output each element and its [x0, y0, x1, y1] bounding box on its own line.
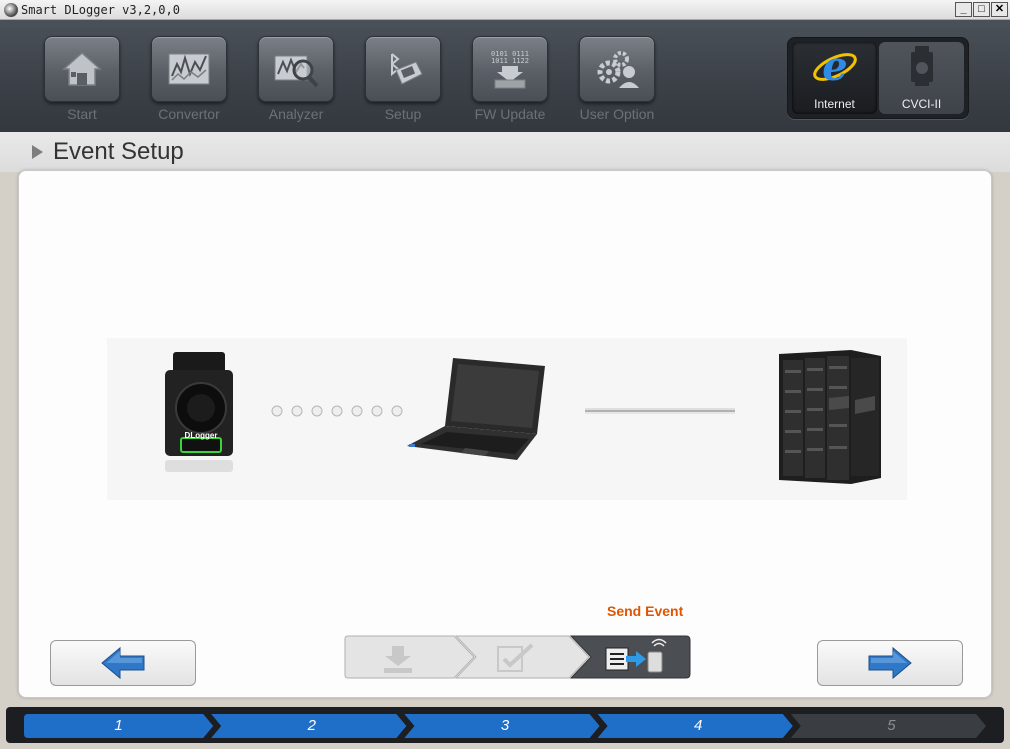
app-icon: [4, 2, 18, 17]
connection-mode-group: e Internet CVCI-II: [787, 37, 969, 119]
svg-text:e: e: [822, 43, 847, 90]
progress-step-label-3: 3: [500, 717, 510, 734]
progress-step-label-1: 1: [114, 717, 123, 734]
setup-button[interactable]: Setup: [364, 36, 442, 126]
home-icon: [62, 51, 102, 86]
svg-text:1011 1122: 1011 1122: [491, 57, 529, 65]
main-panel: DLogger Send Event: [18, 170, 992, 698]
download-icon: [384, 646, 412, 673]
minimize-button[interactable]: _: [955, 2, 972, 17]
page-title: Event Setup: [53, 138, 184, 165]
fw-update-button[interactable]: 0101 0111 1011 1122 FW Update: [471, 36, 549, 126]
maximize-button[interactable]: □: [973, 2, 990, 17]
analyzer-button[interactable]: Analyzer: [257, 36, 335, 126]
analyzer-label: Analyzer: [268, 106, 324, 122]
progress-step-label-2: 2: [307, 717, 316, 734]
user-option-label: User Option: [579, 106, 655, 122]
cvci-device-icon: [910, 46, 933, 86]
network-link-line: [585, 408, 735, 414]
progress-step-label-5: 5: [887, 717, 896, 734]
send-event-icon: [605, 638, 667, 673]
arrow-left-icon: [101, 646, 145, 680]
cvci-mode-button[interactable]: CVCI-II: [879, 42, 964, 114]
back-button[interactable]: [50, 640, 196, 686]
window-controls: _ □ ✕: [955, 2, 1008, 17]
next-button[interactable]: [817, 640, 963, 686]
bluetooth-link-dots: [271, 405, 403, 417]
internet-label: Internet: [814, 97, 855, 111]
title-bar: Smart DLogger v3,2,0,0 _ □ ✕: [0, 0, 1010, 20]
internet-mode-button[interactable]: e Internet: [792, 42, 877, 114]
bluetooth-device-icon: [391, 53, 423, 85]
window-title: Smart DLogger v3,2,0,0: [21, 2, 180, 17]
start-button[interactable]: Start: [43, 36, 121, 126]
server-rack-image: [779, 350, 881, 484]
internet-explorer-icon: e: [812, 43, 857, 90]
magnifier-chart-icon: [274, 55, 319, 88]
progress-labels: 1 2 3 4 5: [24, 714, 990, 738]
section-header: Event Setup: [0, 132, 1010, 172]
user-option-button[interactable]: User Option: [578, 36, 656, 126]
progress-step-label-4: 4: [694, 717, 703, 734]
cvci-label: CVCI-II: [901, 97, 942, 111]
laptop-image: [407, 358, 545, 460]
chip-download-icon: 0101 0111 1011 1122: [491, 50, 529, 89]
fw-update-label: FW Update: [474, 106, 546, 122]
convertor-label: Convertor: [158, 106, 220, 122]
wizard-progress-bar: 1 2 3 4 5: [0, 700, 1010, 749]
close-button[interactable]: ✕: [991, 2, 1008, 17]
connection-diagram: DLogger: [107, 338, 907, 500]
dlogger-device-label: DLogger: [184, 431, 218, 440]
main-toolbar: Start Convertor Analyzer Setup 0101 0111…: [0, 20, 1010, 132]
current-step-caption: Send Event: [607, 603, 684, 619]
convertor-button[interactable]: Convertor: [150, 36, 228, 126]
gears-user-icon: [597, 51, 639, 88]
triangle-right-icon: [32, 145, 43, 159]
start-label: Start: [67, 106, 97, 122]
dlogger-device-image: [165, 352, 233, 472]
arrow-right-icon: [868, 646, 912, 680]
edit-check-icon: [497, 643, 534, 672]
chart-icon: [168, 53, 210, 85]
setup-label: Setup: [384, 106, 422, 122]
